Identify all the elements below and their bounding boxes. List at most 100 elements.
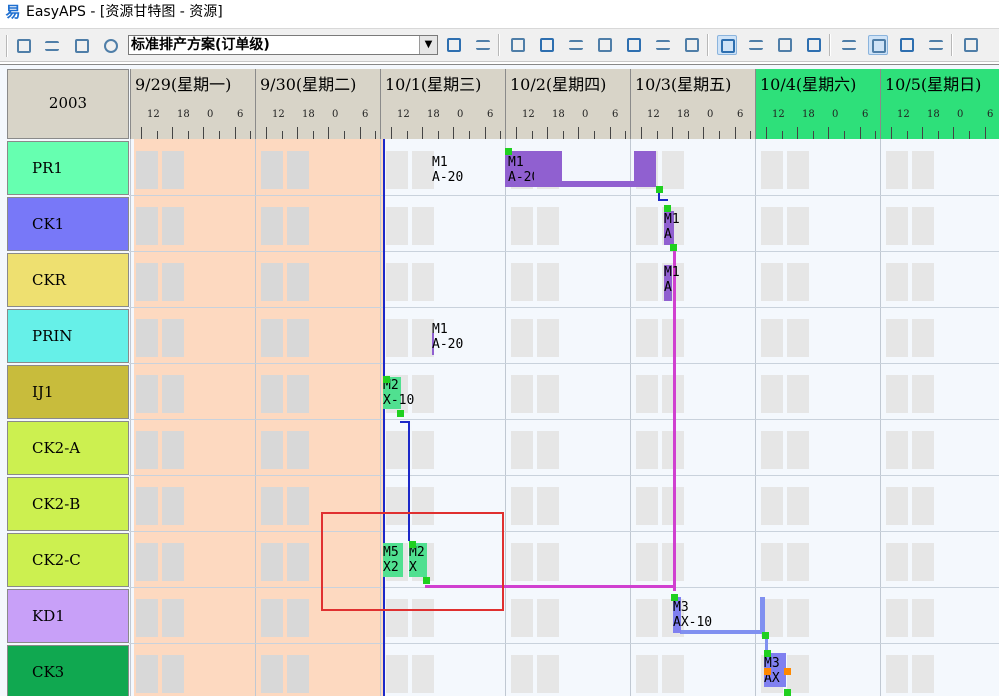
resource-icon[interactable] (775, 35, 795, 55)
refresh-icon[interactable] (444, 35, 464, 55)
task-label: M1 A (664, 265, 680, 295)
print-icon[interactable] (42, 36, 62, 56)
non-working-block (511, 599, 533, 637)
tick-mark (859, 127, 861, 139)
non-working-block (386, 151, 408, 189)
resource-row-header[interactable]: CK1 (7, 197, 129, 251)
resource-row-header[interactable]: CK2-B (7, 477, 129, 531)
drag-handle[interactable] (762, 632, 769, 639)
day-header: 10/4(星期六) 12 18 0 6 (755, 69, 880, 139)
drag-handle[interactable] (670, 244, 677, 251)
resource-row-header[interactable]: PRIN (7, 309, 129, 363)
schedule-icon[interactable] (839, 35, 859, 55)
drag-handle[interactable] (784, 689, 791, 696)
drag-handle[interactable] (671, 594, 678, 601)
hour-tick-label: 18 (427, 109, 440, 120)
filter-icon[interactable] (566, 35, 586, 55)
drag-handle[interactable] (505, 148, 512, 155)
tick-mark (531, 131, 533, 139)
history-icon[interactable] (682, 35, 702, 55)
task-label: M1 A-20 (432, 322, 464, 352)
tick-mark (250, 131, 252, 139)
preview-icon[interactable] (72, 36, 92, 56)
day-column-line (130, 139, 131, 696)
list-icon[interactable] (595, 35, 615, 55)
task-bar[interactable] (634, 151, 656, 187)
day-column-line (630, 139, 631, 696)
year-label: 2003 (48, 94, 88, 112)
tick-mark (766, 127, 767, 139)
gantt-view-icon[interactable] (717, 35, 737, 55)
tick-mark (391, 127, 392, 139)
edit-icon[interactable] (926, 35, 946, 55)
non-working-block (412, 319, 434, 357)
save-icon[interactable] (14, 36, 34, 56)
non-working-block (761, 487, 783, 525)
hour-tick-label: 0 (832, 109, 839, 120)
chevron-down-icon[interactable]: ▼ (419, 36, 437, 54)
non-working-block (912, 319, 934, 357)
drag-handle[interactable] (784, 668, 791, 675)
non-working-block (787, 151, 809, 189)
align-icon[interactable] (473, 35, 493, 55)
export-icon[interactable] (961, 35, 981, 55)
hour-tick-label: 6 (237, 109, 244, 120)
layers-icon[interactable] (897, 35, 917, 55)
tick-mark (359, 127, 361, 139)
non-working-block (136, 599, 158, 637)
non-working-block (162, 207, 184, 245)
non-working-block (912, 487, 934, 525)
day-header: 10/1(星期三) 12 18 0 6 (380, 69, 505, 139)
resource-gantt-chart[interactable]: 2003 9/29(星期一) 12 18 0 6 9/30(星期二) 12 18 0 6 10/1(… (0, 64, 999, 696)
document-icon[interactable] (624, 35, 644, 55)
drag-handle[interactable] (397, 410, 404, 417)
non-working-block (162, 319, 184, 357)
non-working-block (761, 543, 783, 581)
non-working-block (412, 151, 434, 189)
row-separator (129, 475, 999, 476)
tick-mark (969, 131, 970, 139)
drag-handle[interactable] (664, 205, 671, 212)
indent-icon[interactable] (537, 35, 557, 55)
non-working-block (662, 151, 684, 189)
tick-mark (687, 131, 689, 139)
settings-icon[interactable] (101, 36, 121, 56)
non-working-block (662, 655, 684, 693)
row-separator (129, 419, 999, 420)
hour-tick-label: 0 (207, 109, 214, 120)
resource-row-header[interactable]: KD1 (7, 589, 129, 643)
resource-row-header[interactable]: IJ1 (7, 365, 129, 419)
resource-row-header[interactable]: CK2-A (7, 421, 129, 475)
drag-handle[interactable] (656, 186, 663, 193)
non-working-block (537, 375, 559, 413)
drag-handle[interactable] (383, 376, 390, 383)
non-working-block (912, 151, 934, 189)
resource-row-header[interactable]: CK2-C (7, 533, 129, 587)
plan-select[interactable]: 标准排产方案(订单级) ▼ (128, 35, 438, 55)
tick-mark (172, 127, 174, 139)
zoom-icon[interactable] (746, 35, 766, 55)
hour-tick-label: 12 (772, 109, 785, 120)
task-bar-segment[interactable] (534, 151, 562, 187)
fit-icon[interactable] (868, 35, 888, 55)
resource-row-header[interactable]: PR1 (7, 141, 129, 195)
tick-mark (703, 127, 705, 139)
tick-mark (734, 127, 736, 139)
chart-icon[interactable] (653, 35, 673, 55)
lock-icon[interactable] (804, 35, 824, 55)
tick-mark (953, 127, 955, 139)
day-header: 9/30(星期二) 12 18 0 6 (255, 69, 380, 139)
tick-mark (625, 131, 627, 139)
resource-row-header[interactable]: CKR (7, 253, 129, 307)
drag-handle[interactable] (764, 650, 771, 657)
non-working-block (761, 151, 783, 189)
non-working-block (162, 543, 184, 581)
toolbar-separator (707, 34, 709, 56)
tick-mark (469, 131, 470, 139)
tick-mark (672, 127, 674, 139)
tick-mark (500, 131, 502, 139)
copy-icon[interactable] (508, 35, 528, 55)
non-working-block (912, 655, 934, 693)
resource-row-header[interactable]: CK3 (7, 645, 129, 696)
drag-handle[interactable] (764, 668, 771, 675)
